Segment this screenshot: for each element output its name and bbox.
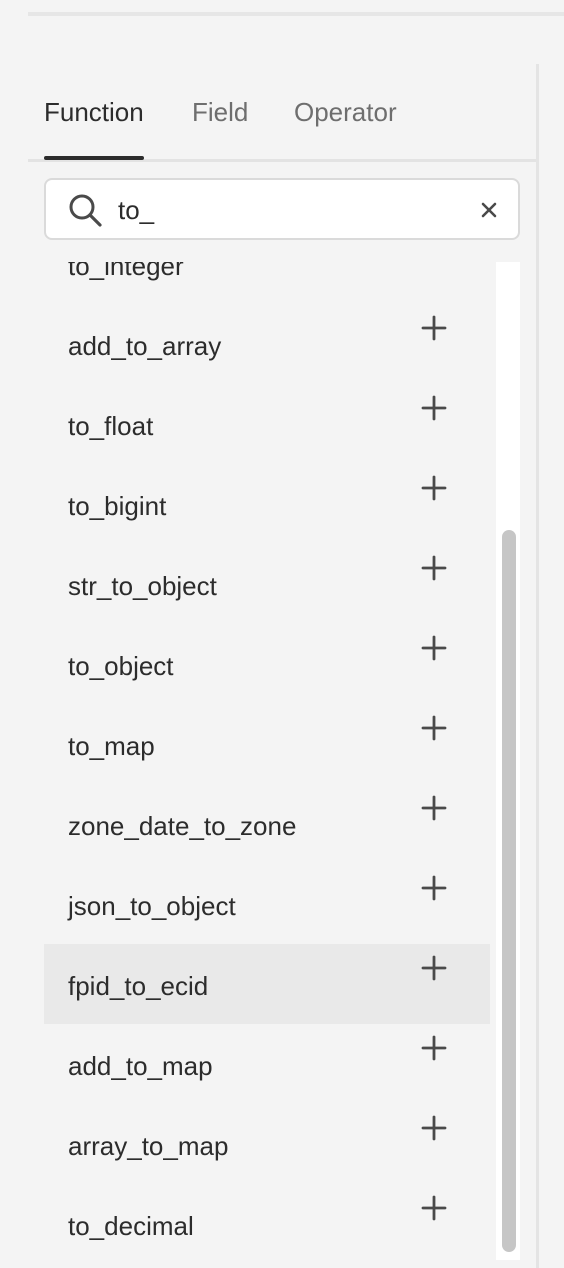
list-item[interactable]: add_to_map [44,1024,490,1104]
search-icon [69,194,102,227]
tab-operator[interactable]: Operator [294,94,397,130]
list-item[interactable]: to_float [44,384,490,464]
function-panel: Function Field Operator to_integer add_to… [28,64,540,1268]
list-item[interactable]: array_to_map [44,1104,490,1184]
function-name: zone_date_to_zone [68,811,297,841]
function-name: to_float [68,411,154,441]
list-item[interactable]: json_to_object [44,864,490,944]
close-icon[interactable] [478,199,500,221]
plus-icon[interactable] [420,474,448,502]
scrollbar-thumb[interactable] [502,530,516,1252]
list-item[interactable]: str_to_object [44,544,490,624]
plus-icon[interactable] [420,314,448,342]
function-name: fpid_to_ecid [68,971,209,1001]
function-list[interactable]: to_integer add_to_array to_float to_bigints… [44,262,520,1260]
plus-icon[interactable] [420,554,448,582]
list-item[interactable]: add_to_array [44,304,490,384]
list-item[interactable]: to_bigint [44,464,490,544]
active-tab-indicator [44,156,144,160]
function-name: json_to_object [68,891,236,921]
plus-icon[interactable] [420,954,448,982]
function-name: add_to_map [68,1051,213,1081]
search-box [44,178,520,240]
tab-field[interactable]: Field [192,94,248,130]
plus-icon[interactable] [420,394,448,422]
function-name: to_map [68,731,155,761]
function-name: to_integer [68,262,184,281]
plus-icon[interactable] [420,794,448,822]
tab-function[interactable]: Function [44,94,144,130]
list-item[interactable]: to_integer [44,262,490,304]
function-name: to_object [68,651,174,681]
function-name: to_bigint [68,491,167,521]
tab-bar: Function Field Operator [28,64,536,162]
list-item[interactable]: zone_date_to_zone [44,784,490,864]
function-name: str_to_object [68,571,217,601]
plus-icon[interactable] [420,1194,448,1222]
search-input[interactable] [118,190,458,230]
list-item[interactable]: to_object [44,624,490,704]
plus-icon[interactable] [420,1114,448,1142]
function-name: array_to_map [68,1131,229,1161]
scrollbar[interactable] [496,262,520,1260]
plus-icon[interactable] [420,874,448,902]
top-divider [28,12,564,16]
plus-icon[interactable] [420,634,448,662]
plus-icon[interactable] [420,1034,448,1062]
function-name: add_to_array [68,331,222,361]
list-item[interactable]: to_decimal [44,1184,490,1260]
list-item[interactable]: fpid_to_ecid [44,944,490,1024]
function-name: to_decimal [68,1211,194,1241]
list-item[interactable]: to_map [44,704,490,784]
plus-icon[interactable] [420,714,448,742]
function-list-items: to_integer add_to_array to_float to_bigints… [44,262,490,1260]
